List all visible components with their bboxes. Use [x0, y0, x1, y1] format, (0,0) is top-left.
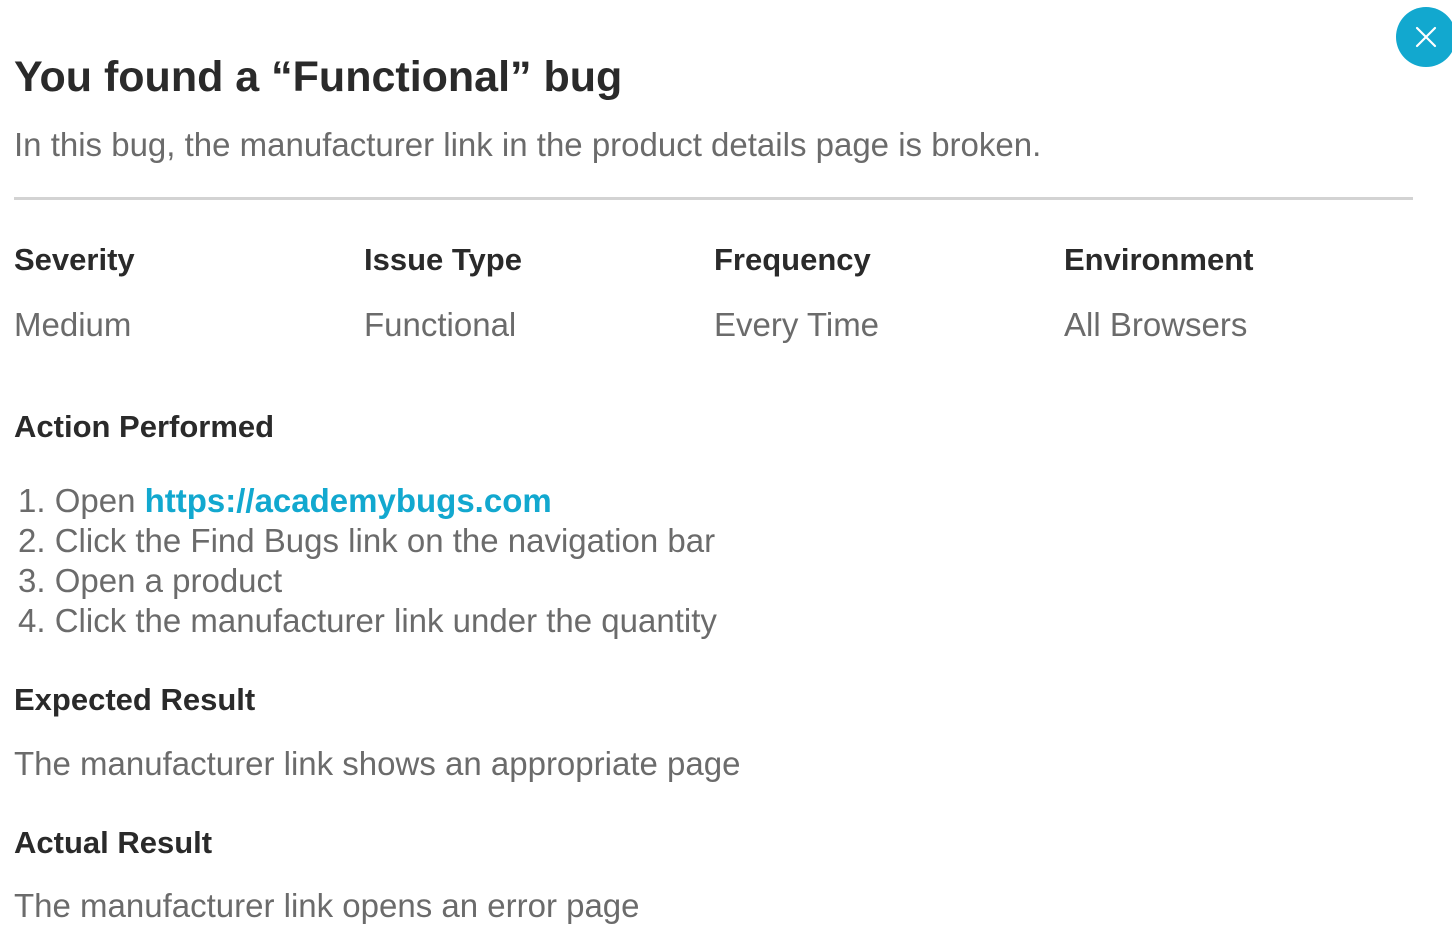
meta-frequency: Frequency Every Time [714, 242, 1054, 345]
list-item: 4. Click the manufacturer link under the… [18, 601, 717, 641]
expected-result-heading: Expected Result [14, 682, 256, 717]
academybugs-link[interactable]: https://academybugs.com [145, 482, 552, 519]
step-text: Open a product [54, 562, 283, 599]
meta-label: Issue Type [364, 242, 522, 277]
modal-subtitle: In this bug, the manufacturer link in th… [14, 126, 1042, 163]
meta-label: Environment [1064, 242, 1254, 277]
meta-environment: Environment All Browsers [1064, 242, 1404, 345]
meta-value: All Browsers [1064, 306, 1248, 343]
meta-severity: Severity Medium [14, 242, 354, 345]
step-number: 2. [18, 522, 46, 559]
steps-list: 1. Open https://academybugs.com 2. Click… [18, 481, 717, 641]
step-number: 1. [18, 482, 46, 519]
close-button[interactable] [1396, 7, 1452, 67]
actual-result-text: The manufacturer link opens an error pag… [14, 887, 640, 924]
close-icon [1415, 26, 1437, 48]
step-text: Click the manufacturer link under the qu… [54, 602, 717, 639]
meta-value: Every Time [714, 306, 880, 343]
actual-result-heading: Actual Result [14, 825, 213, 860]
meta-value: Medium [14, 306, 132, 343]
list-item: 2. Click the Find Bugs link on the navig… [18, 521, 717, 561]
bug-report-modal: You found a “Functional” bug In this bug… [0, 0, 1452, 944]
list-item: 1. Open https://academybugs.com [18, 481, 717, 521]
expected-result-text: The manufacturer link shows an appropria… [14, 745, 741, 782]
step-text: Click the Find Bugs link on the navigati… [54, 522, 716, 559]
meta-issue-type: Issue Type Functional [364, 242, 704, 345]
meta-value: Functional [364, 306, 517, 343]
step-prefix: Open [54, 482, 145, 519]
step-number: 4. [18, 602, 46, 639]
list-item: 3. Open a product [18, 561, 717, 601]
step-number: 3. [18, 562, 46, 599]
meta-label: Frequency [714, 242, 871, 277]
meta-label: Severity [14, 242, 135, 277]
divider [14, 197, 1413, 200]
modal-title: You found a “Functional” bug [14, 53, 623, 101]
action-performed-heading: Action Performed [14, 409, 275, 444]
